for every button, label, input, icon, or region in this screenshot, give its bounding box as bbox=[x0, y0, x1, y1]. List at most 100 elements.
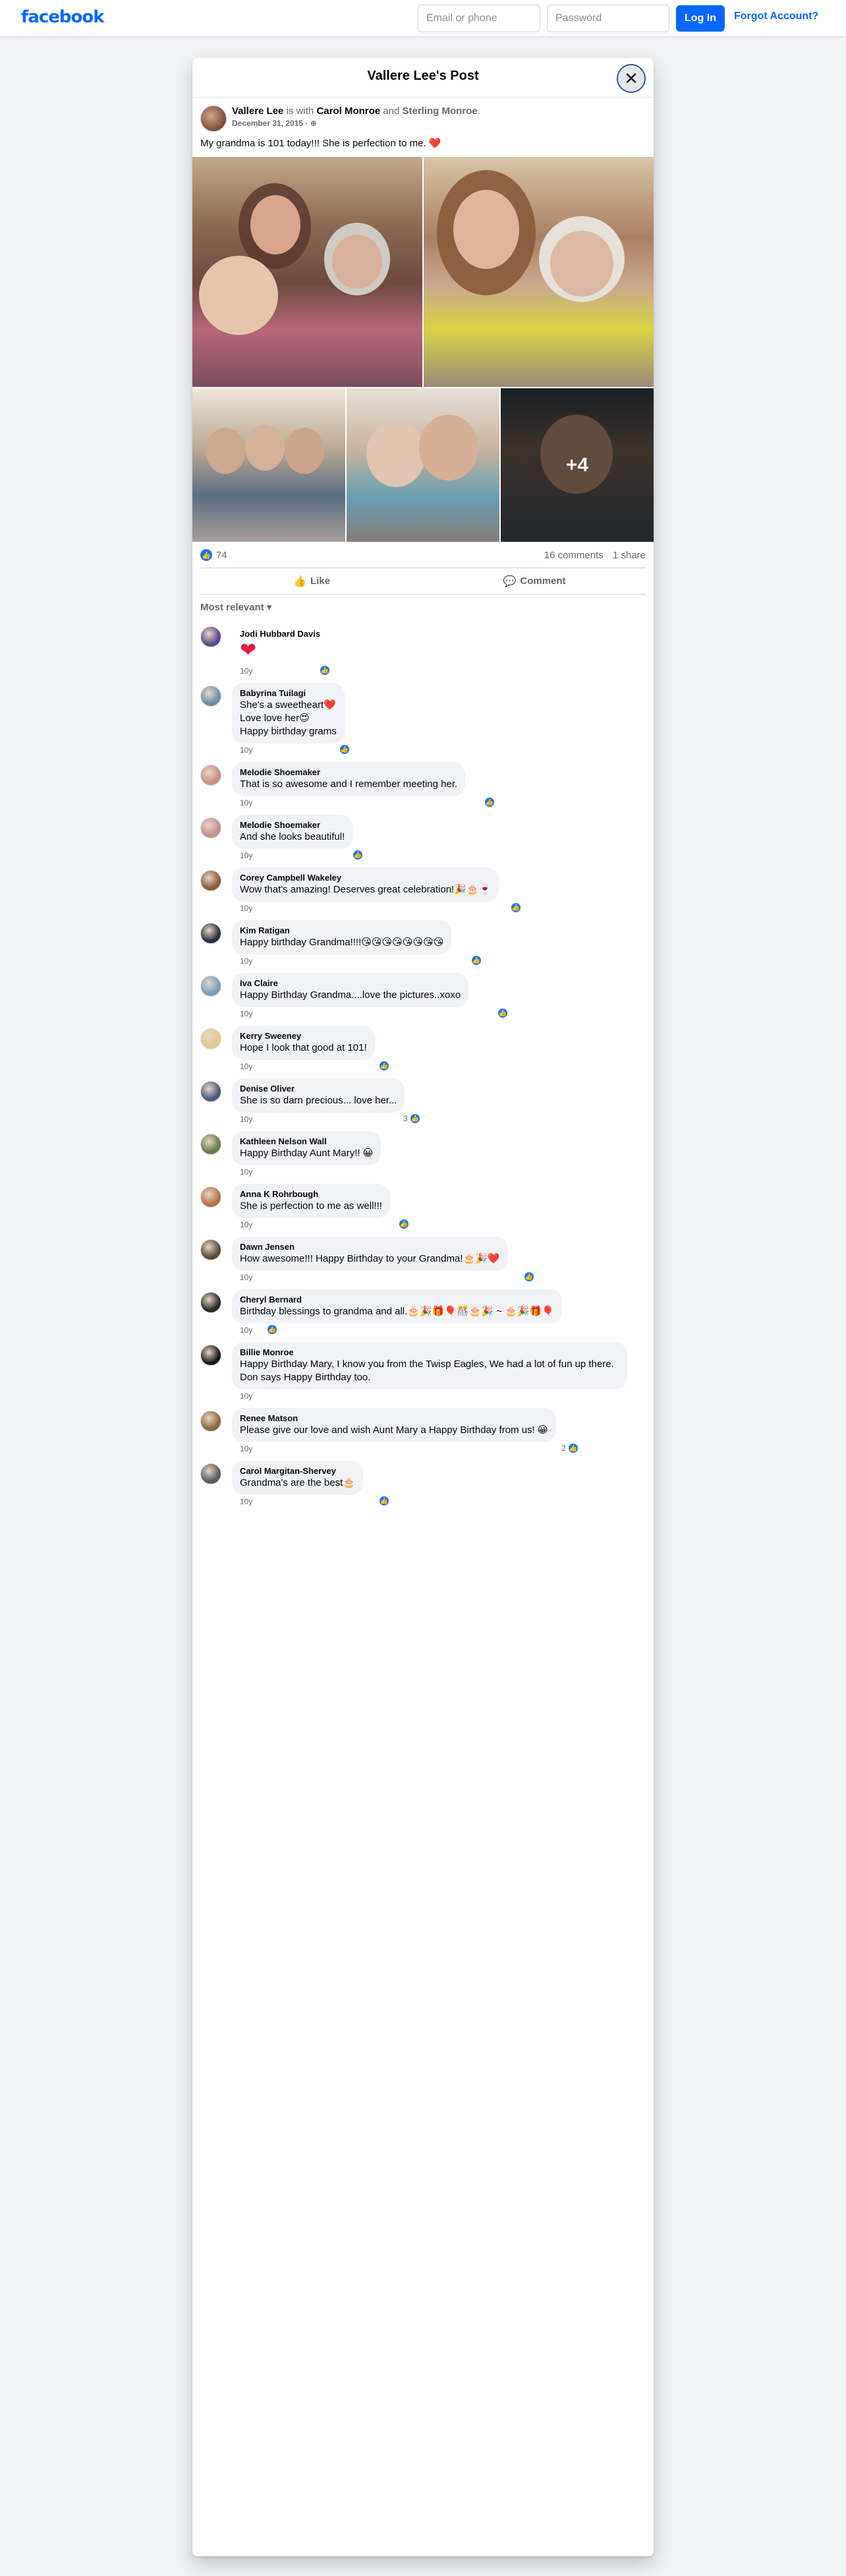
commenter-avatar[interactable] bbox=[200, 1345, 221, 1366]
comment-timestamp[interactable]: 10y bbox=[240, 1062, 252, 1071]
tagged-person-1[interactable]: Carol Monroe bbox=[316, 105, 380, 117]
commenter-name[interactable]: Corey Campbell Wakeley bbox=[240, 873, 491, 883]
comment-timestamp[interactable]: 10y bbox=[240, 1326, 252, 1335]
commenter-avatar[interactable] bbox=[200, 976, 221, 997]
commenter-avatar[interactable] bbox=[200, 626, 221, 647]
comment-item: Renee Matson Please give our love and wis… bbox=[200, 1408, 646, 1455]
commenter-avatar[interactable] bbox=[200, 1081, 221, 1102]
comment-timestamp[interactable]: 10y bbox=[240, 851, 252, 860]
comment-reaction[interactable]: 👍 bbox=[265, 1324, 278, 1335]
comment-timestamp[interactable]: 10y bbox=[240, 1497, 252, 1506]
commenter-name[interactable]: Jodi Hubbard Davis bbox=[240, 629, 320, 639]
tagged-person-2[interactable]: Sterling Monroe bbox=[403, 105, 478, 117]
password-field[interactable] bbox=[547, 5, 669, 32]
comment-reaction[interactable]: 👍 bbox=[495, 1007, 509, 1019]
commenter-name[interactable]: Billie Monroe bbox=[240, 1347, 619, 1358]
commenter-avatar[interactable] bbox=[200, 1239, 221, 1260]
comment-item: Kerry Sweeney Hope I look that good at 10… bbox=[200, 1026, 646, 1073]
comment-reaction[interactable]: 👍 bbox=[522, 1271, 535, 1283]
comment-timestamp[interactable]: 10y bbox=[240, 1115, 252, 1124]
author-name[interactable]: Vallere Lee bbox=[232, 105, 283, 117]
comment-reaction[interactable]: 👍 bbox=[377, 1060, 390, 1072]
sort-dropdown[interactable]: Most relevant ▾ bbox=[200, 601, 646, 618]
comment-item: Anna K Rohrbough She is perfection to me … bbox=[200, 1184, 646, 1231]
comment-reaction[interactable]: 👍 bbox=[469, 954, 482, 966]
close-icon: ✕ bbox=[624, 68, 638, 88]
photo-4[interactable] bbox=[347, 388, 499, 542]
commenter-avatar[interactable] bbox=[200, 765, 221, 786]
like-reaction-icon: 👍 bbox=[352, 849, 364, 861]
comment-reaction[interactable]: 👍 bbox=[482, 796, 495, 808]
comment-reaction[interactable]: 👍 bbox=[397, 1218, 410, 1230]
forgot-account-link[interactable]: Forgot Account? bbox=[734, 11, 818, 22]
photo-1[interactable] bbox=[192, 157, 422, 387]
comment-timestamp[interactable]: 10y bbox=[240, 798, 252, 807]
comment-reaction[interactable]: 3 👍 bbox=[403, 1113, 421, 1125]
comment-meta: 10y 👍 bbox=[232, 954, 646, 968]
comment-reaction[interactable]: 2 👍 bbox=[561, 1442, 579, 1454]
commenter-avatar[interactable] bbox=[200, 817, 221, 838]
comment-timestamp[interactable]: 10y bbox=[240, 1273, 252, 1282]
comment-reaction[interactable]: 👍 bbox=[377, 1495, 390, 1507]
commenter-name[interactable]: Kim Ratigan bbox=[240, 925, 443, 936]
commenter-avatar[interactable] bbox=[200, 870, 221, 891]
commenter-name[interactable]: Anna K Rohrbough bbox=[240, 1189, 382, 1200]
commenter-name[interactable]: Kerry Sweeney bbox=[240, 1031, 367, 1041]
comment-reaction[interactable]: 👍 bbox=[351, 849, 364, 861]
like-reaction-icon: 👍 bbox=[378, 1060, 390, 1072]
photo-2[interactable] bbox=[424, 157, 654, 387]
comment-item: Jodi Hubbard Davis ❤ 10y 👍 bbox=[200, 624, 646, 678]
like-count[interactable]: 74 bbox=[216, 550, 227, 561]
comment-timestamp[interactable]: 10y bbox=[240, 1167, 252, 1177]
commenter-name[interactable]: Dawn Jensen bbox=[240, 1242, 500, 1252]
email-field[interactable] bbox=[418, 5, 540, 32]
comment-bubble: Kim Ratigan Happy birthday Grandma!!!!😘😘😘… bbox=[232, 920, 452, 954]
commenter-avatar[interactable] bbox=[200, 686, 221, 707]
shares-count[interactable]: 1 share bbox=[613, 550, 646, 561]
commenter-avatar[interactable] bbox=[200, 1028, 221, 1049]
commenter-name[interactable]: Iva Claire bbox=[240, 978, 461, 989]
commenter-avatar[interactable] bbox=[200, 1411, 221, 1432]
commenter-name[interactable]: Melodie Shoemaker bbox=[240, 820, 345, 831]
commenter-name[interactable]: Kathleen Nelson Wall bbox=[240, 1136, 373, 1147]
comments-count[interactable]: 16 comments bbox=[544, 550, 604, 561]
comment-timestamp[interactable]: 10y bbox=[240, 956, 252, 966]
comment-meta: 10y 2 👍 bbox=[232, 1442, 646, 1455]
commenter-avatar[interactable] bbox=[200, 923, 221, 944]
commenter-name[interactable]: Carol Margitan-Shervey bbox=[240, 1466, 355, 1477]
commenter-avatar[interactable] bbox=[200, 1463, 221, 1484]
comment-bubble: Iva Claire Happy Birthday Grandma....love… bbox=[232, 973, 469, 1007]
comment-reaction[interactable]: 👍 bbox=[509, 902, 522, 914]
commenter-name[interactable]: Denise Oliver bbox=[240, 1084, 397, 1094]
comment-timestamp[interactable]: 10y bbox=[240, 666, 252, 676]
close-button[interactable]: ✕ bbox=[617, 64, 646, 93]
commenter-avatar[interactable] bbox=[200, 1186, 221, 1208]
commenter-name[interactable]: Cheryl Bernard bbox=[240, 1295, 554, 1305]
commenter-name[interactable]: Melodie Shoemaker bbox=[240, 767, 457, 778]
post-date-text: December 31, 2015 · bbox=[232, 119, 310, 128]
comment-timestamp[interactable]: 10y bbox=[240, 1391, 252, 1401]
comment-timestamp[interactable]: 10y bbox=[240, 746, 252, 755]
commenter-avatar[interactable] bbox=[200, 1292, 221, 1313]
comment-meta: 10y 👍 bbox=[232, 664, 646, 678]
comment-bubble: Melodie Shoemaker And she looks beautiful… bbox=[232, 815, 353, 849]
comment-button[interactable]: 💬 Comment bbox=[423, 568, 646, 594]
photo-5-more[interactable]: +4 bbox=[501, 388, 654, 542]
comment-timestamp[interactable]: 10y bbox=[240, 1220, 252, 1229]
comment-timestamp[interactable]: 10y bbox=[240, 904, 252, 913]
comment-reaction[interactable]: 👍 bbox=[337, 744, 351, 755]
comment-meta: 10y 👍 bbox=[232, 1495, 646, 1508]
author-avatar[interactable] bbox=[200, 105, 227, 132]
like-button[interactable]: 👍 Like bbox=[200, 568, 423, 594]
commenter-avatar[interactable] bbox=[200, 1134, 221, 1155]
comment-timestamp[interactable]: 10y bbox=[240, 1444, 252, 1453]
post-date[interactable]: December 31, 2015 · ⊕ bbox=[232, 119, 317, 128]
comment-timestamp[interactable]: 10y bbox=[240, 1009, 252, 1018]
comment-reaction[interactable]: 👍 bbox=[318, 664, 331, 676]
comment-text: Happy Birthday Grandma....love the pictu… bbox=[240, 989, 461, 1001]
login-button[interactable]: Log In bbox=[676, 5, 725, 32]
facebook-logo[interactable]: facebook bbox=[21, 7, 105, 27]
commenter-name[interactable]: Renee Matson bbox=[240, 1413, 548, 1424]
photo-3[interactable] bbox=[192, 388, 345, 542]
commenter-name[interactable]: Babyrina Tuilagi bbox=[240, 688, 337, 699]
